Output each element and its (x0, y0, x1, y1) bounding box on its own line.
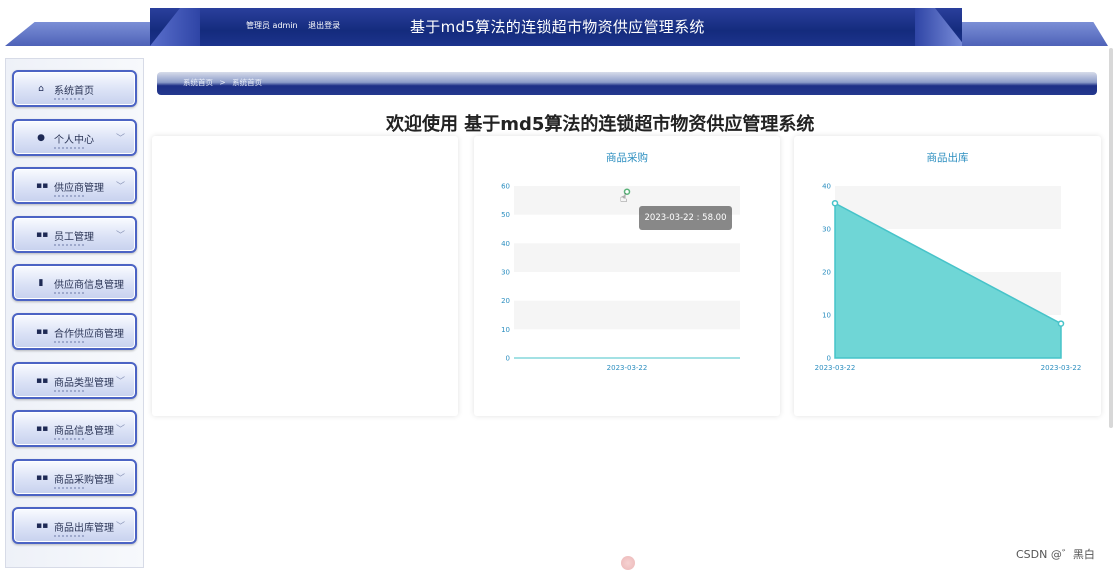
x-tick-label: 2023-03-22 (1041, 364, 1082, 372)
chevron-down-icon: ﹀ (115, 230, 125, 241)
breadcrumb: 系统首页 > 系统首页 (157, 72, 1097, 95)
sidebar-item-label: 供应商信息管理 (54, 280, 124, 292)
y-tick-label: 20 (822, 269, 831, 277)
home-icon: ⌂ (38, 84, 44, 94)
grid-icon: ▪▪ (36, 375, 49, 386)
y-tick-label: 50 (501, 211, 510, 219)
chevron-down-icon: ﹀ (115, 425, 125, 436)
grid-icon: ▪▪ (36, 327, 49, 337)
sidebar-item[interactable]: ▪▪ 合作供应商管理 (12, 313, 137, 350)
decorative-dots (54, 243, 86, 246)
breadcrumb-separator: > (219, 78, 226, 87)
hand-cursor-icon: ☝ (620, 191, 628, 205)
grid-band (514, 243, 740, 272)
page-scrollbar[interactable] (1109, 48, 1113, 428)
decorative-dots (54, 486, 86, 489)
header-right-wing (962, 22, 1108, 46)
y-tick-label: 20 (501, 297, 510, 305)
grid-icon: ▪▪ (36, 472, 49, 483)
chevron-down-icon: ﹀ (115, 473, 125, 484)
y-tick-label: 10 (501, 326, 510, 334)
top-header: 管理员 admin 退出登录 基于md5算法的连锁超市物资供应管理系统 (0, 0, 1116, 48)
user-icon: ● (37, 132, 45, 143)
sidebar: ⌂ 系统首页 ● 个人中心 ﹀ ▪▪ 供应商管理 ﹀ ▪▪ 员工管理 ﹀ ▮ 供应商信息管理 ▪▪ 合作供应… (5, 58, 144, 568)
sidebar-item-label: 合作供应商管理 (54, 329, 124, 340)
sidebar-item[interactable]: ▪▪ 供应商管理 ﹀ (12, 167, 137, 205)
sidebar-item[interactable]: ▪▪ 员工管理 ﹀ (12, 215, 137, 253)
admin-info: 管理员 admin 退出登录 (246, 20, 348, 31)
sidebar-item-label: 系统首页 (54, 86, 94, 97)
sidebar-item-label: 商品信息管理 (54, 426, 114, 438)
book-icon: ▮ (38, 278, 44, 289)
grid-icon: ▪▪ (36, 521, 49, 532)
admin-name: 管理员 admin (246, 21, 298, 30)
breadcrumb-home[interactable]: 系统首页 (183, 78, 213, 87)
sidebar-item[interactable]: ▪▪ 商品信息管理 ﹀ (12, 410, 137, 448)
decorative-dots (54, 389, 86, 392)
sidebar-item-label: 商品采购管理 (54, 474, 114, 486)
decorative-dots (54, 146, 86, 149)
sidebar-item-label: 供应商管理 (54, 183, 104, 195)
decorative-dots (54, 535, 86, 538)
grid-icon: ▪▪ (36, 229, 49, 240)
sidebar-item[interactable]: ● 个人中心 ﹀ (12, 118, 137, 156)
outbound-chart-card: 商品出库 0 10 20 30 40 2023-03-22 2023-03-22 (794, 136, 1101, 416)
purchase-chart-card: 商品采购 0 10 20 30 40 50 60 2023-03-22 ☝ 2023-03-2… (474, 136, 780, 416)
decorative-dots (54, 438, 86, 441)
decorative-dots (54, 195, 86, 198)
chevron-down-icon: ﹀ (115, 376, 125, 387)
header-left-wing (5, 22, 153, 46)
sidebar-item-label: 商品类型管理 (54, 377, 114, 389)
y-tick-label: 30 (501, 269, 510, 277)
sidebar-item-label: 商品出库管理 (54, 523, 114, 535)
grid-icon: ▪▪ (36, 181, 49, 192)
y-tick-label: 30 (822, 226, 831, 234)
grid-band (514, 300, 740, 330)
data-point (831, 199, 839, 207)
y-tick-label: 10 (822, 312, 831, 320)
chevron-down-icon: ﹀ (115, 182, 125, 193)
y-tick-label: 40 (501, 240, 510, 248)
chart-tooltip: 2023-03-22 : 58.00 (639, 206, 732, 230)
x-tick-label: 2023-03-22 (607, 364, 648, 372)
welcome-heading: 欢迎使用 基于md5算法的连锁超市物资供应管理系统 (386, 114, 815, 135)
sidebar-item-label: 员工管理 (54, 231, 94, 243)
logout-link[interactable]: 退出登录 (308, 21, 340, 30)
decorative-dots (54, 292, 86, 295)
empty-card (152, 136, 458, 416)
y-tick-label: 0 (827, 355, 831, 363)
sidebar-item[interactable]: ⌂ 系统首页 (12, 70, 137, 107)
system-title: 基于md5算法的连锁超市物资供应管理系统 (410, 18, 705, 36)
decorative-dots (54, 341, 86, 343)
watermark: CSDN @゛黑白 (1016, 548, 1095, 561)
decorative-dots (54, 98, 86, 100)
sidebar-item-label: 个人中心 (54, 134, 94, 146)
y-tick-label: 0 (506, 355, 510, 363)
sidebar-item[interactable]: ▪▪ 商品出库管理 ﹀ (12, 507, 137, 545)
y-tick-label: 60 (501, 183, 510, 191)
grid-icon: ▪▪ (36, 424, 49, 435)
x-tick-label: 2023-03-22 (815, 364, 856, 372)
sidebar-item[interactable]: ▮ 供应商信息管理 (12, 264, 137, 302)
breadcrumb-current: 系统首页 (232, 78, 263, 87)
sidebar-item[interactable]: ▪▪ 商品类型管理 ﹀ (12, 361, 137, 399)
chevron-down-icon: ﹀ (115, 133, 125, 144)
sidebar-item[interactable]: ▪▪ 商品采购管理 ﹀ (12, 458, 137, 496)
data-point (1057, 320, 1065, 327)
outbound-chart[interactable]: 0 10 20 30 40 2023-03-22 2023-03-22 (794, 136, 1101, 416)
chevron-down-icon: ﹀ (115, 522, 125, 533)
y-tick-label: 40 (822, 183, 831, 191)
purchase-chart[interactable]: 0 10 20 30 40 50 60 2023-03-22 (474, 136, 780, 416)
